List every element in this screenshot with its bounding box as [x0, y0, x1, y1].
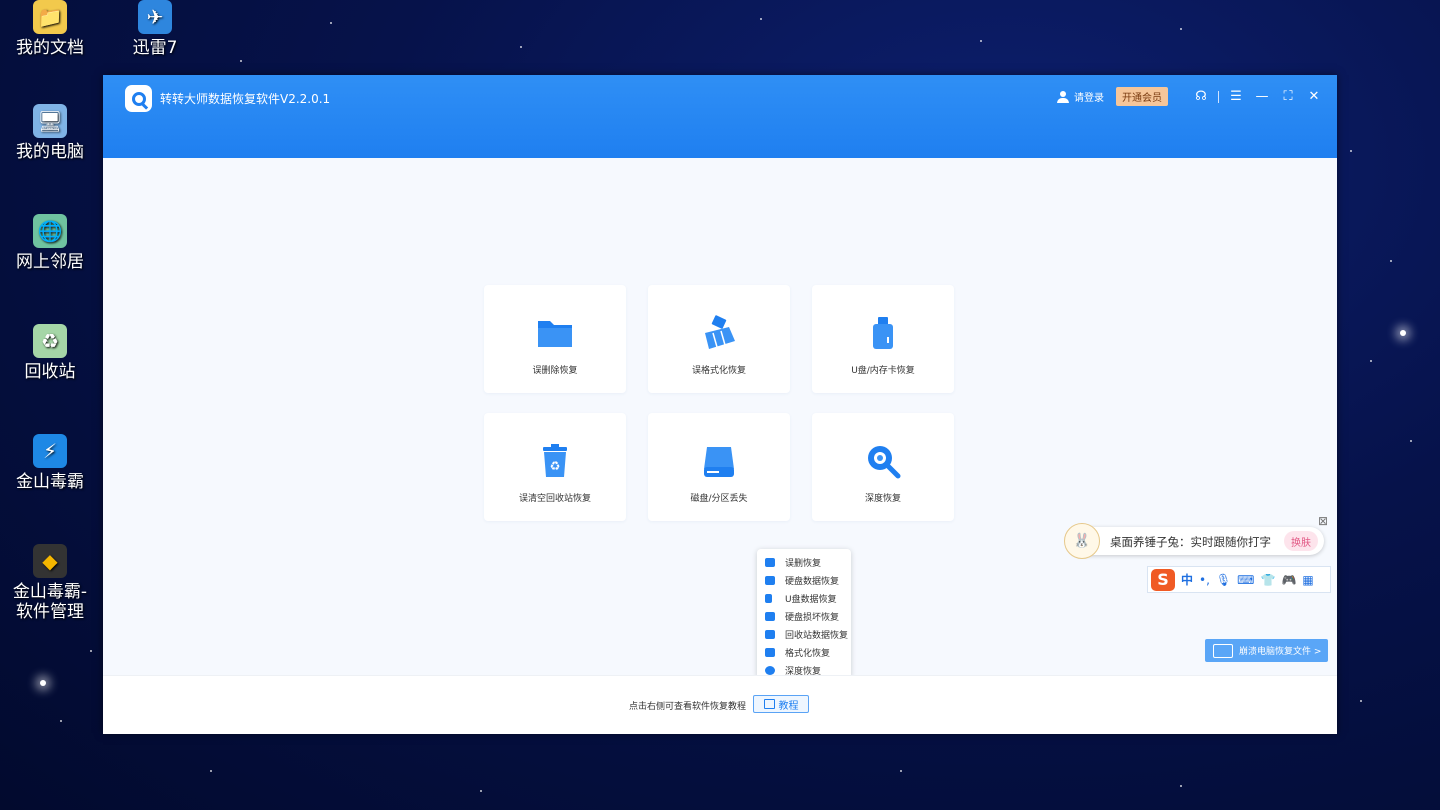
disk-icon — [765, 575, 775, 585]
recycle-bin-icon: ♻ — [33, 324, 67, 358]
magnifier-icon — [765, 665, 775, 675]
title-bar: 转转大师数据恢复软件V2.2.0.1 请登录 开通会员 ☊ ☰ — ⛶ ✕ — [103, 75, 1337, 158]
support-icon[interactable]: ☊ — [1192, 88, 1210, 106]
disk-icon — [704, 447, 734, 477]
keyboard-icon[interactable]: ⌨ — [1237, 573, 1254, 587]
card-deleted-recovery[interactable]: 误删除恢复 — [484, 285, 626, 393]
microphone-icon[interactable]: 🎙 — [1216, 573, 1231, 587]
tutorial-button[interactable]: 教程 — [753, 695, 809, 713]
card-label: 深度恢复 — [864, 494, 901, 504]
login-label: 请登录 — [1074, 93, 1104, 104]
usb-drive-icon — [765, 593, 772, 603]
folder-icon — [765, 557, 775, 567]
card-format-recovery[interactable]: 误格式化恢复 — [648, 285, 790, 393]
menu-item-label: 误删恢复 — [785, 558, 822, 569]
folder-icon: 📁 — [33, 0, 67, 34]
ime-banner-text: 桌面养锤子兔：实时跟随你打字 — [1110, 535, 1271, 549]
network-icon: 🌐 — [33, 214, 67, 248]
desktop-icon-label: 金山毒霸- 软件管理 — [12, 582, 88, 622]
ime-toolbar: S 中 •, 🎙 ⌨ 👕 🎮 ▦ — [1147, 566, 1331, 593]
card-label: 磁盘/分区丢失 — [690, 494, 748, 504]
desktop-icon-label: 我的电脑 — [16, 142, 84, 162]
desktop-icon-label: 金山毒霸 — [16, 472, 84, 492]
desktop-icon-label: 回收站 — [24, 362, 76, 382]
ime-promo-banner[interactable]: 🐰 桌面养锤子兔：实时跟随你打字 换肤 — [1064, 523, 1324, 559]
menu-item[interactable]: 硬盘损坏恢复 — [757, 607, 851, 625]
desktop-icon-label: 迅雷7 — [132, 38, 178, 58]
bottom-bar: 点击右侧可查看软件恢复教程 教程 — [103, 675, 1337, 734]
card-recycle-recovery[interactable]: ♻ 误清空回收站恢复 — [484, 413, 626, 521]
xunlei-icon: ✈ — [138, 0, 172, 34]
menu-item-label: 硬盘损坏恢复 — [785, 612, 840, 623]
recycle-bin-icon — [765, 629, 775, 639]
tutorial-hint: 点击右侧可查看软件恢复教程 — [629, 702, 747, 712]
recycle-bin-icon: ♻ — [543, 444, 567, 477]
apps-grid-icon[interactable]: ▦ — [1302, 573, 1313, 587]
gamepad-icon[interactable]: 🎮 — [1281, 573, 1296, 587]
card-label: U盘/内存卡恢复 — [851, 366, 915, 376]
desktop-icon-documents[interactable]: 📁 我的文档 — [5, 0, 95, 58]
desktop-icon-kingsoft[interactable]: ⚡ 金山毒霸 — [5, 434, 95, 492]
kingsoft-icon: ⚡ — [33, 434, 67, 468]
menu-item[interactable]: 格式化恢复 — [757, 643, 851, 661]
skin-shirt-icon[interactable]: 👕 — [1260, 573, 1275, 587]
punctuation-toggle[interactable]: •, — [1199, 573, 1210, 587]
menu-item-label: 格式化恢复 — [785, 648, 831, 659]
crash-recovery-label: 崩溃电脑恢复文件 > — [1239, 647, 1322, 657]
divider — [1218, 90, 1219, 103]
app-window: 转转大师数据恢复软件V2.2.0.1 请登录 开通会员 ☊ ☰ — ⛶ ✕ 误删… — [103, 75, 1337, 734]
broom-icon — [705, 315, 735, 349]
tutorial-label: 教程 — [778, 700, 799, 712]
app-logo-icon — [125, 85, 152, 112]
vip-button[interactable]: 开通会员 — [1116, 87, 1168, 106]
book-icon — [763, 699, 775, 709]
broom-icon — [765, 647, 775, 657]
desktop-icon-kingsoft-manager[interactable]: ◆ 金山毒霸- 软件管理 — [5, 544, 95, 622]
desktop-icon-xunlei[interactable]: ✈ 迅雷7 — [110, 0, 200, 58]
usb-drive-icon — [873, 317, 893, 349]
maximize-icon[interactable]: ⛶ — [1279, 88, 1297, 106]
minimize-icon[interactable]: — — [1253, 88, 1271, 106]
crash-recovery-banner[interactable]: 崩溃电脑恢复文件 > — [1205, 639, 1328, 662]
menu-icon[interactable]: ☰ — [1227, 88, 1245, 106]
video-icon — [1213, 643, 1233, 658]
login-button[interactable]: 请登录 — [1057, 89, 1104, 104]
menu-item-label: U盘数据恢复 — [785, 594, 837, 605]
desktop-icon-recycle-bin[interactable]: ♻ 回收站 — [5, 324, 95, 382]
kingsoft-manager-icon: ◆ — [33, 544, 67, 578]
desktop-icon-my-computer[interactable]: 🖥 我的电脑 — [5, 104, 95, 162]
close-icon[interactable]: ✕ — [1305, 88, 1323, 106]
ime-lang-toggle[interactable]: 中 — [1181, 571, 1193, 588]
card-partition-recovery[interactable]: 磁盘/分区丢失 — [648, 413, 790, 521]
desktop-icon-label: 我的文档 — [16, 38, 84, 58]
broken-disk-icon — [765, 611, 775, 621]
folder-icon — [538, 321, 572, 347]
desktop-icon-network[interactable]: 🌐 网上邻居 — [5, 214, 95, 272]
card-usb-recovery[interactable]: U盘/内存卡恢复 — [812, 285, 954, 393]
card-label: 误清空回收站恢复 — [518, 494, 591, 504]
menu-item[interactable]: 回收站数据恢复 — [757, 625, 851, 643]
magnifier-icon — [868, 446, 901, 479]
card-label: 误删除恢复 — [532, 366, 578, 376]
menu-item-label: 回收站数据恢复 — [785, 630, 849, 641]
ime-banner-close-icon[interactable]: ⊠ — [1318, 514, 1328, 528]
svg-text:♻: ♻ — [550, 459, 561, 473]
menu-item-label: 硬盘数据恢复 — [785, 576, 840, 587]
computer-icon: 🖥 — [33, 104, 67, 138]
card-deep-recovery[interactable]: 深度恢复 — [812, 413, 954, 521]
user-icon — [1057, 90, 1069, 103]
menu-item[interactable]: 误删恢复 — [757, 553, 851, 571]
menu-item[interactable]: 硬盘数据恢复 — [757, 571, 851, 589]
app-title: 转转大师数据恢复软件V2.2.0.1 — [160, 92, 331, 106]
desktop-icon-label: 网上邻居 — [16, 252, 84, 272]
sogou-logo-icon[interactable]: S — [1151, 568, 1175, 591]
tutorial-popup-menu: 误删恢复 硬盘数据恢复 U盘数据恢复 硬盘损坏恢复 回收站数据恢复 格式化恢复 … — [757, 549, 851, 679]
skin-button[interactable]: 换肤 — [1284, 531, 1318, 551]
rabbit-mascot-icon: 🐰 — [1064, 523, 1100, 559]
card-label: 误格式化恢复 — [691, 366, 746, 376]
menu-item[interactable]: U盘数据恢复 — [757, 589, 851, 607]
